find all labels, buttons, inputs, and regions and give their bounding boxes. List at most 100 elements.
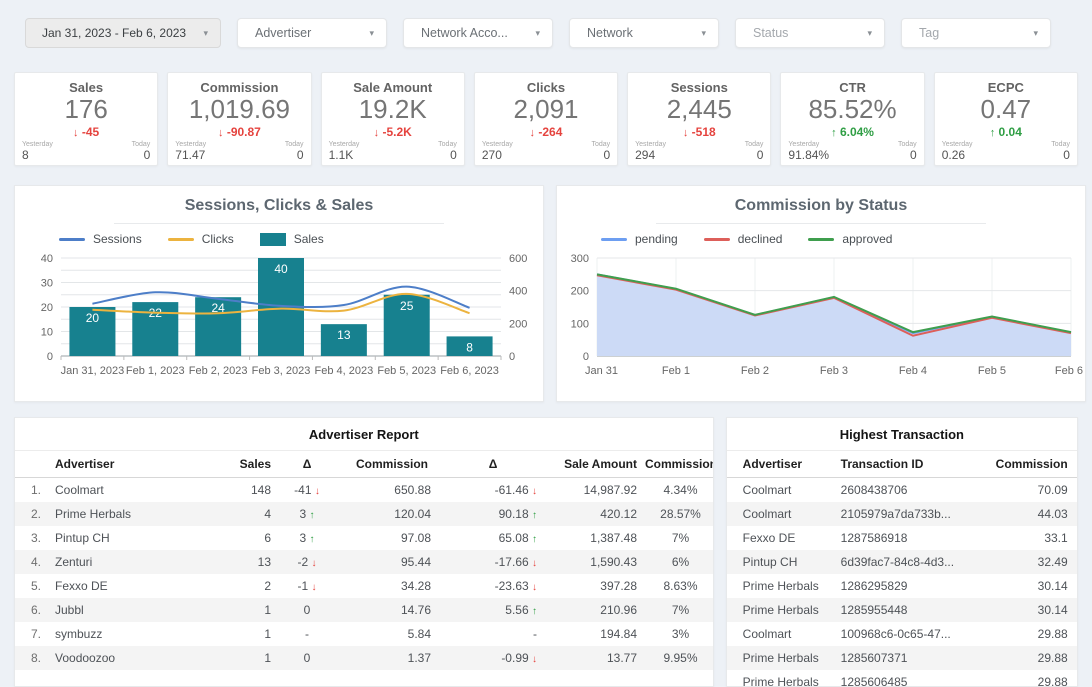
today-value: 0	[1051, 148, 1070, 162]
today-value: 0	[745, 148, 764, 162]
arrow-up-icon: ↑	[990, 127, 996, 139]
date-range-label: Jan 31, 2023 - Feb 6, 2023	[42, 26, 186, 40]
legend-approved[interactable]: approved	[808, 232, 892, 246]
col-commission[interactable]: Commission	[339, 451, 445, 478]
svg-text:600: 600	[509, 253, 527, 265]
arrow-down-icon: ↓	[315, 486, 320, 497]
cell-delta: -61.46 ↓	[445, 478, 541, 503]
svg-text:Feb 3: Feb 3	[820, 365, 848, 377]
col-advertiser[interactable]: Advertiser	[727, 451, 837, 478]
legend-swatch	[704, 238, 730, 241]
cell-commission: 70.09	[987, 478, 1078, 503]
advertiser-filter[interactable]: Advertiser▾	[237, 18, 387, 48]
kpi-title: Sessions	[628, 80, 770, 95]
arrow-down-icon: ↓	[532, 486, 537, 497]
legend-sales[interactable]: Sales	[260, 232, 324, 246]
kpi-card-ctr: CTR85.52%↑ 6.04%Yesterday91.84%Today0	[780, 72, 924, 166]
kpi-card-ecpc: ECPC0.47↑ 0.04Yesterday0.26Today0	[934, 72, 1078, 166]
network-filter[interactable]: Network▾	[569, 18, 719, 48]
cell-delta: -	[445, 622, 541, 646]
today-value: 0	[132, 148, 151, 162]
legend-pending[interactable]: pending	[601, 232, 678, 246]
kpi-title: ECPC	[935, 80, 1077, 95]
cell-advertiser: Coolmart	[727, 502, 837, 526]
col-commission[interactable]: Commission	[987, 451, 1078, 478]
table-row[interactable]: 5.Fexxo DE2-1 ↓34.28-23.63 ↓397.288.63%	[15, 574, 714, 598]
col-transaction-id[interactable]: Transaction ID	[837, 451, 987, 478]
today-value: 0	[591, 148, 610, 162]
cell-delta: -1 ↓	[275, 574, 339, 598]
today-block: Today0	[591, 141, 610, 162]
table-row[interactable]: Prime Herbals128629582930.14	[727, 574, 1078, 598]
cell-transaction-id: 2105979a7da733b...	[837, 502, 987, 526]
chevron-down-icon: ▾	[369, 28, 374, 39]
col-sales[interactable]: Sales	[215, 451, 275, 478]
cell-commission-rate: 7%	[641, 526, 714, 550]
today-value: 0	[898, 148, 917, 162]
cell-sales: 13	[215, 550, 275, 574]
legend-clicks[interactable]: Clicks	[168, 232, 234, 246]
table-row[interactable]: Coolmart260843870670.09	[727, 478, 1078, 503]
cell-sales: 6	[215, 526, 275, 550]
today-label: Today	[285, 141, 304, 148]
table-row[interactable]: Coolmart2105979a7da733b...44.03	[727, 502, 1078, 526]
kpi-title: Clicks	[475, 80, 617, 95]
tag-filter[interactable]: Tag▾	[901, 18, 1051, 48]
table-row[interactable]: 8.Voodoozoo10 1.37-0.99 ↓13.779.95%	[15, 646, 714, 670]
table-row[interactable]: 4.Zenturi13-2 ↓95.44-17.66 ↓1,590.436%	[15, 550, 714, 574]
table-row[interactable]: Prime Herbals128560737129.88	[727, 646, 1078, 670]
col-delta-commission[interactable]: Δ	[445, 451, 541, 478]
network-account-filter[interactable]: Network Acco...▾	[403, 18, 553, 48]
svg-text:Feb 2, 2023: Feb 2, 2023	[189, 365, 248, 377]
title-divider	[656, 223, 986, 224]
svg-text:300: 300	[571, 253, 589, 265]
cell-commission: 5.84	[339, 622, 445, 646]
table-row[interactable]: 2.Prime Herbals43 ↑120.0490.18 ↑420.1228…	[15, 502, 714, 526]
table-row[interactable]: Coolmart100968c6-0c65-47...29.88	[727, 622, 1078, 646]
yesterday-value: 0.26	[942, 148, 973, 162]
svg-text:Feb 6: Feb 6	[1055, 365, 1083, 377]
arrow-down-icon: ↓	[532, 654, 537, 665]
arrow-down-icon: ↓	[374, 127, 380, 139]
cell-advertiser: Pintup CH	[727, 550, 837, 574]
legend-label: pending	[635, 232, 678, 246]
kpi-footer: Yesterday294Today0	[635, 141, 763, 162]
today-label: Today	[591, 141, 610, 148]
table-row[interactable]: Fexxo DE128758691833.1	[727, 526, 1078, 550]
table-row[interactable]: 6.Jubbl10 14.765.56 ↑210.967%	[15, 598, 714, 622]
yesterday-value: 294	[635, 148, 666, 162]
cell-commission: 34.28	[339, 574, 445, 598]
charts-row: Sessions, Clicks & Sales SessionsClicksS…	[0, 166, 1092, 402]
legend-declined[interactable]: declined	[704, 232, 783, 246]
status-filter[interactable]: Status▾	[735, 18, 885, 48]
table-row[interactable]: Prime Herbals128560648529.88	[727, 670, 1078, 687]
table-row[interactable]: Prime Herbals128595544830.14	[727, 598, 1078, 622]
cell-commission: 29.88	[987, 622, 1078, 646]
yesterday-label: Yesterday	[942, 141, 973, 148]
today-label: Today	[1051, 141, 1070, 148]
today-block: Today0	[285, 141, 304, 162]
table-row[interactable]: 1.Coolmart148-41 ↓650.88-61.46 ↓14,987.9…	[15, 478, 714, 503]
table-row[interactable]: 7.symbuzz1- 5.84- 194.843%	[15, 622, 714, 646]
svg-text:400: 400	[509, 286, 527, 298]
col-sale-amount[interactable]: Sale Amount	[541, 451, 641, 478]
col-commission-rate[interactable]: Commission Rate	[641, 451, 714, 478]
table-row[interactable]: Pintup CH6d39fac7-84c8-4d3...32.49	[727, 550, 1078, 574]
date-range-picker[interactable]: Jan 31, 2023 - Feb 6, 2023 ▾	[25, 18, 221, 48]
yesterday-value: 270	[482, 148, 513, 162]
legend-sessions[interactable]: Sessions	[59, 232, 142, 246]
table-row[interactable]: 3.Pintup CH63 ↑97.0865.08 ↑1,387.487%	[15, 526, 714, 550]
tables-row: Advertiser Report Advertiser Sales Δ Com…	[0, 402, 1092, 687]
kpi-card-sale-amount: Sale Amount19.2K↓ -5.2KYesterday1.1KToda…	[321, 72, 465, 166]
cell-commission-rate: 6%	[641, 550, 714, 574]
svg-text:100: 100	[571, 318, 589, 330]
cell-commission: 33.1	[987, 526, 1078, 550]
svg-text:Feb 5: Feb 5	[978, 365, 1006, 377]
legend-swatch	[59, 238, 85, 241]
yesterday-value: 91.84%	[788, 148, 829, 162]
cell-commission: 14.76	[339, 598, 445, 622]
col-delta-sales[interactable]: Δ	[275, 451, 339, 478]
legend-label: Sessions	[93, 232, 142, 246]
cell-advertiser: Voodoozoo	[51, 646, 215, 670]
col-advertiser[interactable]: Advertiser	[51, 451, 215, 478]
